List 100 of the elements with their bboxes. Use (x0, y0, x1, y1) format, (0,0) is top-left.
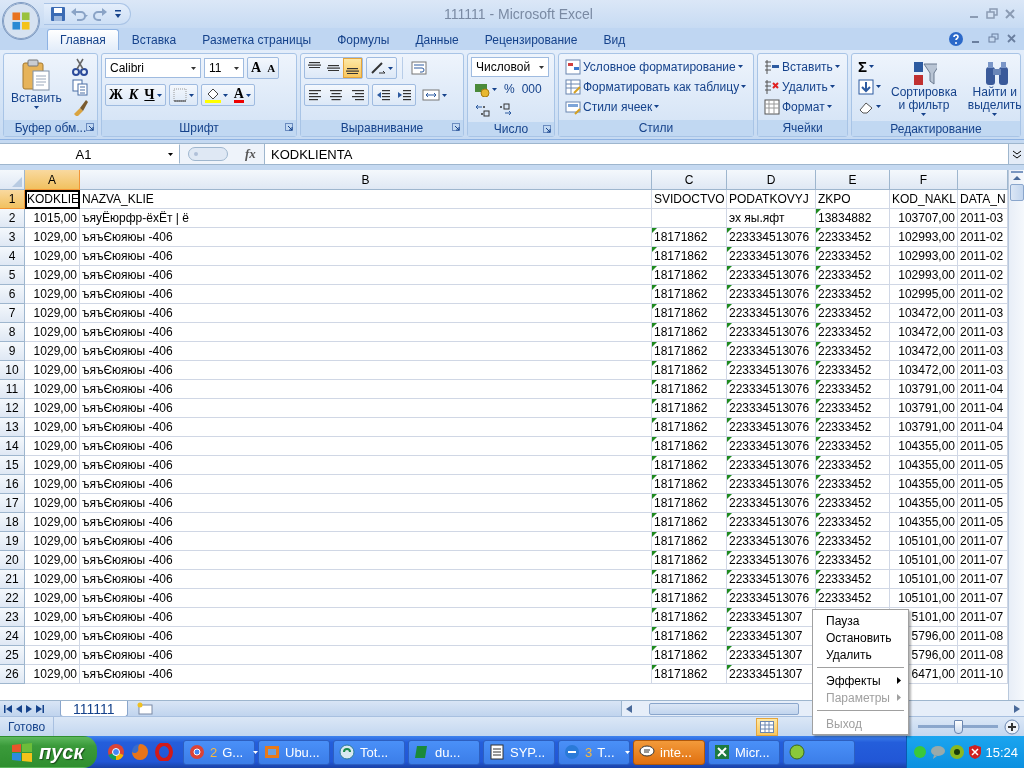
font-size-field[interactable]: 11 (204, 58, 244, 78)
dialog-launcher-icon[interactable] (543, 125, 551, 133)
row-header[interactable]: 3 (0, 228, 25, 247)
ribbon-tab[interactable]: Главная (47, 29, 119, 50)
taskbar-button[interactable]: du... (408, 739, 480, 765)
table-cell: 22333452 (816, 551, 890, 570)
dialog-launcher-icon[interactable] (285, 123, 293, 131)
chrome-icon[interactable] (107, 743, 125, 761)
underline-button[interactable]: Ч (141, 85, 165, 105)
row-header[interactable]: 8 (0, 323, 25, 342)
taskbar-button[interactable]: Ubu... (258, 739, 330, 765)
column-header[interactable]: A (25, 170, 80, 190)
expand-formula-bar-icon[interactable] (1011, 149, 1022, 159)
taskbar-button[interactable]: SYP... (483, 739, 555, 765)
shrink-font-button[interactable]: A (264, 58, 279, 78)
taskbar-button[interactable]: Tot... (333, 739, 405, 765)
ribbon-tab[interactable]: Рецензирование (471, 29, 591, 50)
row-header[interactable]: 16 (0, 475, 25, 494)
row-header[interactable]: 10 (0, 361, 25, 380)
align-bottom-button[interactable] (343, 58, 362, 78)
dialog-launcher-icon[interactable] (452, 123, 460, 131)
start-button[interactable]: пуск (0, 736, 97, 768)
row-header[interactable]: 18 (0, 513, 25, 532)
close-icon[interactable] (1006, 33, 1018, 45)
column-header[interactable]: D (727, 170, 816, 190)
conditional-formatting-button[interactable]: Условное форматирование (562, 57, 750, 76)
sort-filter-button[interactable]: Сортировка и фильтр (887, 57, 961, 118)
office-button-icon[interactable] (2, 2, 40, 40)
scroll-left-icon[interactable] (626, 704, 632, 713)
row-header[interactable]: 24 (0, 627, 25, 646)
customize-toolbar-icon[interactable] (114, 9, 122, 19)
column-header[interactable]: E (816, 170, 890, 190)
format-as-table-button[interactable]: Форматировать как таблицу (562, 77, 750, 96)
ribbon-tab[interactable]: Данные (402, 29, 472, 50)
thousands-button[interactable]: 000 (518, 81, 545, 97)
row-header[interactable]: 19 (0, 532, 25, 551)
row-header[interactable]: 9 (0, 342, 25, 361)
formula-field[interactable]: KODKLIENTA (265, 144, 1008, 164)
previous-sheet-icon[interactable] (16, 704, 22, 713)
sheet-tab[interactable]: 111111 (60, 701, 128, 717)
autosum-button[interactable]: Σ (855, 57, 884, 76)
row-header[interactable]: 14 (0, 437, 25, 456)
find-select-button[interactable]: Найти и выделить (963, 57, 1024, 118)
insert-cells-button[interactable]: Вставить (761, 57, 843, 76)
bold-button[interactable]: Ж (106, 85, 126, 105)
scrollbar-thumb[interactable] (649, 702, 799, 715)
dialog-launcher-icon[interactable] (86, 123, 94, 131)
row-header[interactable]: 2 (0, 209, 25, 228)
row-header[interactable]: 15 (0, 456, 25, 475)
row-header[interactable]: 4 (0, 247, 25, 266)
ribbon-tab[interactable]: Вставка (118, 29, 190, 50)
row-header[interactable]: 26 (0, 665, 25, 684)
merge-center-button[interactable] (419, 87, 450, 103)
italic-button[interactable]: К (125, 85, 142, 105)
zoom-slider-thumb[interactable] (954, 719, 963, 734)
delete-cells-button[interactable]: Удалить (761, 77, 843, 96)
percent-button[interactable]: % (501, 81, 518, 97)
column-header[interactable]: F (890, 170, 958, 190)
row-header[interactable]: 17 (0, 494, 25, 513)
row-header[interactable]: 12 (0, 399, 25, 418)
ribbon-tab[interactable]: Вид (590, 29, 639, 50)
row-header[interactable]: 23 (0, 608, 25, 627)
normal-view-button[interactable] (756, 717, 778, 736)
taskbar-button[interactable]: Micr... (708, 739, 780, 765)
row-header[interactable]: 6 (0, 285, 25, 304)
zoom-in-icon[interactable] (1004, 718, 1020, 735)
caret-icon (188, 93, 194, 97)
row-header[interactable]: 11 (0, 380, 25, 399)
first-sheet-icon[interactable] (4, 704, 12, 713)
font-name-field[interactable]: Calibri (105, 58, 201, 78)
paste-button[interactable]: Вставить (7, 57, 66, 117)
scroll-up-icon[interactable] (1011, 174, 1022, 182)
scroll-right-icon[interactable] (1014, 704, 1020, 713)
row-header[interactable]: 21 (0, 570, 25, 589)
taskbar-button[interactable]: 2 G... (183, 739, 255, 765)
taskbar-button[interactable] (783, 739, 855, 765)
grow-font-button[interactable]: A (248, 58, 265, 78)
row-header[interactable]: 13 (0, 418, 25, 437)
last-sheet-icon[interactable] (36, 704, 44, 713)
row-header[interactable]: 22 (0, 589, 25, 608)
shield-icon[interactable] (968, 744, 982, 760)
help-icon[interactable] (948, 31, 964, 47)
row-header[interactable]: 25 (0, 646, 25, 665)
format-cells-button[interactable]: Формат (761, 97, 843, 116)
ribbon-tab[interactable]: Разметка страницы (189, 29, 325, 50)
number-format-field[interactable]: Числовой (471, 57, 549, 77)
row-header[interactable]: 1 (0, 190, 25, 209)
column-header[interactable]: B (80, 170, 652, 190)
cell-styles-button[interactable]: Стили ячеек (562, 97, 750, 116)
column-header[interactable]: C (652, 170, 727, 190)
next-sheet-icon[interactable] (26, 704, 32, 713)
save-icon[interactable] (50, 6, 66, 22)
insert-function-button[interactable]: fx (242, 145, 259, 163)
fill-button[interactable] (855, 77, 884, 96)
scrollbar-thumb[interactable] (1009, 184, 1024, 201)
bug-icon[interactable] (949, 744, 965, 760)
row-header[interactable]: 7 (0, 304, 25, 323)
ribbon-tab[interactable]: Формулы (324, 29, 403, 50)
row-header[interactable]: 20 (0, 551, 25, 570)
row-header[interactable]: 5 (0, 266, 25, 285)
